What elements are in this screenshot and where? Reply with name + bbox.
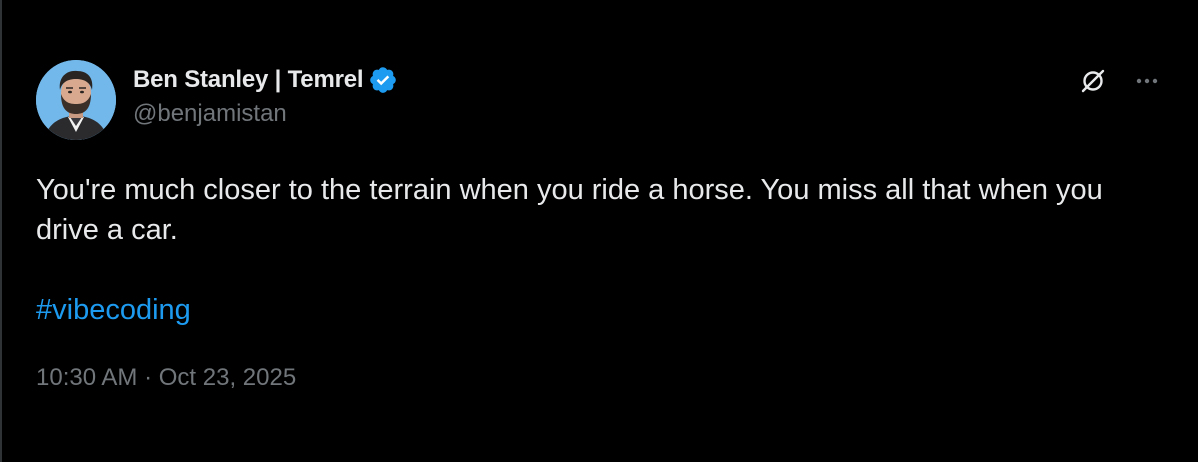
- avatar[interactable]: [36, 60, 116, 140]
- avatar-photo-icon: [36, 60, 116, 140]
- tweet-date[interactable]: Oct 23, 2025: [159, 364, 296, 391]
- hashtag-link[interactable]: #vibecoding: [36, 290, 191, 330]
- tweet-header: Ben Stanley | Temrel @benjamistan: [36, 60, 1162, 140]
- more-options-icon[interactable]: [1132, 66, 1162, 96]
- verified-badge-icon[interactable]: [368, 65, 398, 95]
- tweet-time[interactable]: 10:30 AM: [36, 364, 137, 391]
- tweet-timestamp[interactable]: 10:30 AM · Oct 23, 2025: [36, 364, 1162, 392]
- left-border: [0, 0, 2, 462]
- user-handle[interactable]: @benjamistan: [133, 100, 398, 128]
- author-info: Ben Stanley | Temrel @benjamistan: [133, 64, 398, 128]
- grok-icon[interactable]: [1078, 66, 1108, 96]
- tweet-actions: [1078, 66, 1162, 96]
- meta-separator: ·: [144, 364, 153, 391]
- name-row: Ben Stanley | Temrel: [133, 64, 398, 96]
- tweet-text: You're much closer to the terrain when y…: [36, 174, 1103, 246]
- tweet: Ben Stanley | Temrel @benjamistan You're…: [36, 60, 1162, 392]
- display-name[interactable]: Ben Stanley | Temrel: [133, 66, 364, 94]
